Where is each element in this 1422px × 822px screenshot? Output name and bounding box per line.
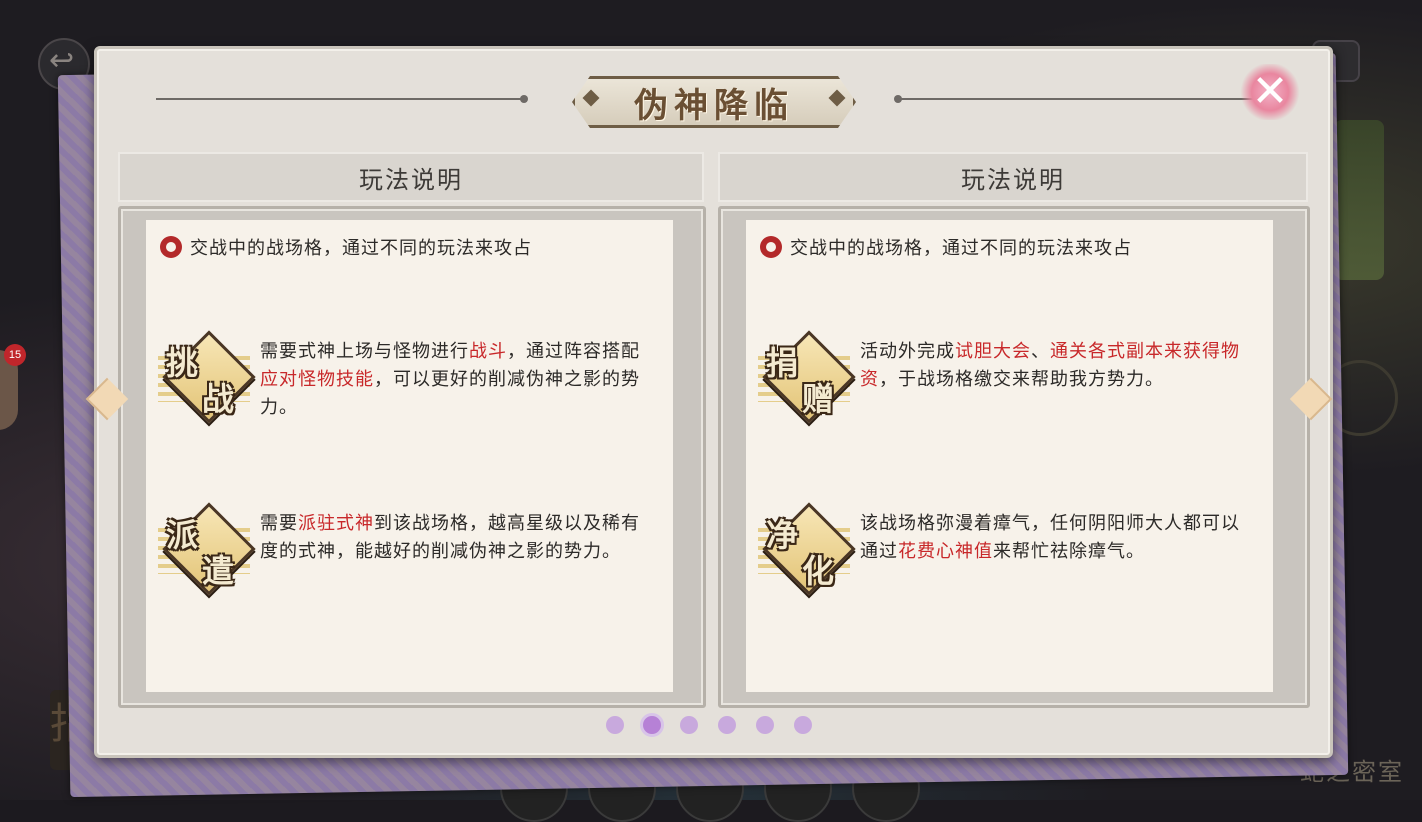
rule-entry-challenge: 挑 战 需要式神上场与怪物进行战斗，通过阵容搭配应对怪物技能，可以更好的削减伪神… [158, 330, 650, 424]
page-indicator [606, 713, 832, 737]
page-dot[interactable] [794, 716, 812, 734]
title-ornament-right [829, 90, 846, 107]
column-paper-right: 交战中的战场格，通过不同的玩法来攻占 捐 赠 活动外完成试胆大会、通关各式副本来… [746, 220, 1273, 692]
page-dot[interactable] [680, 716, 698, 734]
rule-entry-purify: 净 化 该战场格弥漫着瘴气，任何阴阳师大人都可以通过花费心神值来帮忙祛除瘴气。 [758, 502, 1250, 596]
challenge-icon: 挑 战 [158, 330, 256, 424]
rule-entry-dispatch: 派 遣 需要派驻式神到该战场格，越高星级以及稀有度的式神，能越好的削减伪神之影的… [158, 502, 650, 596]
highlight-text: 花费心神值 [898, 541, 993, 562]
page-dot[interactable] [718, 716, 736, 734]
lantern-decoration [1334, 120, 1384, 280]
tomoe-icon [760, 236, 782, 258]
rule-text: 需要式神上场与怪物进行战斗，通过阵容搭配应对怪物技能，可以更好的削减伪神之影的势… [260, 341, 640, 418]
close-icon: ✕ [1251, 66, 1289, 117]
page-dot[interactable] [640, 713, 664, 737]
intro-line: 交战中的战场格，通过不同的玩法来攻占 [160, 234, 532, 260]
title-divider-right [894, 95, 1262, 103]
tomoe-icon [160, 236, 182, 258]
rule-text: 该战场格弥漫着瘴气，任何阴阳师大人都可以通过花费心神值来帮忙祛除瘴气。 [860, 513, 1240, 562]
intro-text: 交战中的战场格，通过不同的玩法来攻占 [190, 238, 532, 259]
page-dot[interactable] [606, 716, 624, 734]
purify-icon: 净 化 [758, 502, 856, 596]
dialog-title: 伪神降临 [634, 85, 794, 126]
page-dot[interactable] [756, 716, 774, 734]
highlight-text: 战斗 [469, 341, 507, 362]
close-button[interactable]: ✕ [1240, 64, 1300, 120]
column-header-left: 玩法说明 [118, 152, 704, 202]
highlight-text: 试胆大会 [955, 341, 1031, 362]
dialog-title-plate: 伪神降临 [572, 76, 856, 128]
title-divider-left [156, 95, 528, 103]
previous-page-button[interactable] [78, 374, 112, 428]
highlight-text: 应对怪物技能 [260, 369, 374, 390]
donate-icon: 捐 赠 [758, 330, 856, 424]
dispatch-icon: 派 遣 [158, 502, 256, 596]
notification-badge: 15 [4, 344, 26, 366]
rule-text: 活动外完成试胆大会、通关各式副本来获得物资，于战场格缴交来帮助我方势力。 [860, 341, 1240, 390]
column-paper-left: 交战中的战场格，通过不同的玩法来攻占 挑 战 需要式神上场与怪物进行战斗，通过阵… [146, 220, 673, 692]
highlight-text: 派驻式神 [298, 513, 374, 534]
intro-text: 交战中的战场格，通过不同的玩法来攻占 [790, 238, 1132, 259]
rule-entry-donate: 捐 赠 活动外完成试胆大会、通关各式副本来获得物资，于战场格缴交来帮助我方势力。 [758, 330, 1250, 424]
rule-text: 需要派驻式神到该战场格，越高星级以及稀有度的式神，能越好的削减伪神之影的势力。 [260, 513, 640, 562]
title-ornament-left [583, 90, 600, 107]
column-header-right: 玩法说明 [718, 152, 1308, 202]
intro-line: 交战中的战场格，通过不同的玩法来攻占 [760, 234, 1132, 260]
next-page-button[interactable] [1304, 374, 1338, 428]
